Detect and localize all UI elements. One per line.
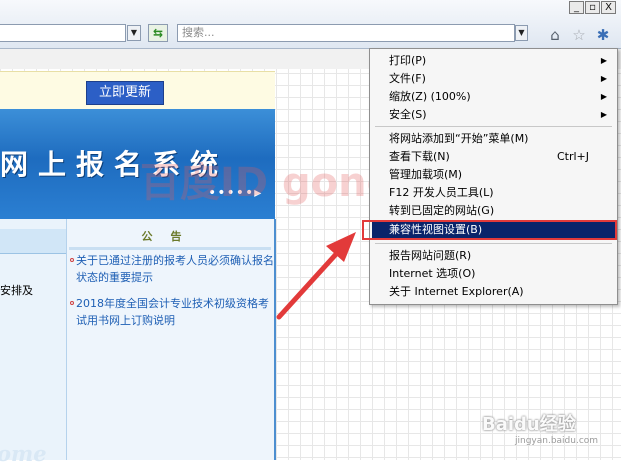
annotation-arrow-icon (276, 232, 356, 320)
baidu-logo-watermark: Baidu经验 (482, 414, 576, 435)
baidu-url-watermark: jingyan.baidu.com (515, 436, 599, 446)
